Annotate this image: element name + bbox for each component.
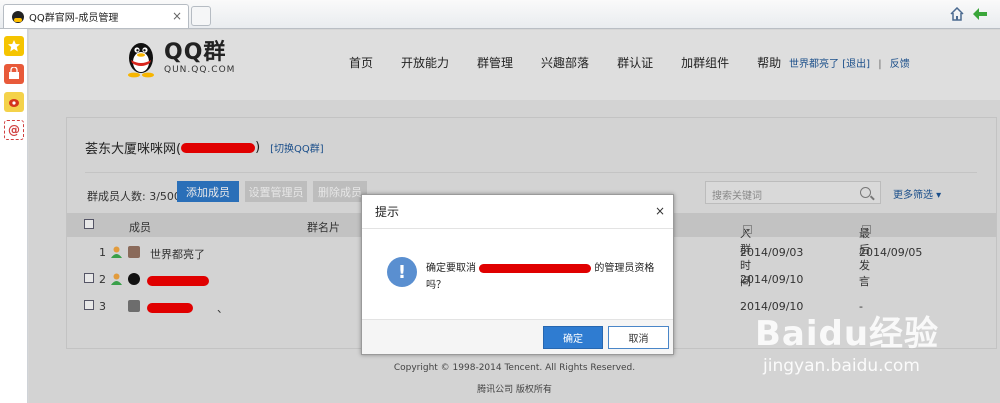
tab-title: QQ群官网-成员管理 [29, 13, 119, 24]
watermark-brand: Baidu经验 [755, 314, 940, 354]
nav-home[interactable]: 首页 [349, 54, 373, 71]
redaction-mark [181, 142, 256, 153]
dialog-message: 确定要取消 的管理员资格吗？ [426, 263, 655, 291]
row-index: 2 [99, 273, 106, 286]
row-index: 3 [99, 300, 106, 313]
mail-at-icon[interactable]: @ [4, 120, 24, 140]
weibo-icon[interactable] [4, 92, 24, 112]
browser-sidebar: @ [0, 29, 28, 403]
user-links: 世界都亮了 [退出] | 反馈 [789, 55, 910, 70]
group-title: 荟东大厦咪咪网( ) [切换QQ群] [85, 138, 324, 157]
search-input[interactable]: 搜索关键词 [705, 181, 881, 204]
qq-group-logo[interactable]: QQ群 QUN.QQ.COM [124, 38, 235, 78]
new-tab-button[interactable] [191, 6, 211, 26]
nav-group-management[interactable]: 群管理 [477, 54, 513, 71]
shopping-icon[interactable] [4, 64, 24, 84]
dialog-close-icon[interactable]: × [655, 204, 665, 218]
more-filter-link[interactable]: 更多筛选 ▾ [893, 186, 941, 201]
logo-title: QQ群 [164, 40, 227, 65]
browser-tabbar: QQ群官网-成员管理 × [0, 0, 1000, 29]
join-time: 2014/09/10 [740, 273, 804, 286]
back-arrow-icon[interactable] [972, 7, 988, 21]
row-checkbox[interactable] [84, 300, 94, 310]
sort-icon[interactable] [743, 225, 752, 234]
watermark-url: jingyan.baidu.com [763, 356, 920, 376]
redaction-mark [479, 263, 592, 273]
dialog-header: 提示 × [362, 195, 673, 229]
baidu-jingyan-watermark: Baidu经验 jingyan.baidu.com [755, 306, 995, 396]
nav-open-capabilities[interactable]: 开放能力 [401, 54, 449, 71]
browser-controls [950, 7, 988, 21]
member-name: 、 [217, 302, 228, 315]
separator: | [878, 59, 882, 70]
select-all-checkbox[interactable] [84, 219, 94, 229]
home-icon[interactable] [950, 7, 964, 21]
search-placeholder: 搜索关键词 [712, 191, 762, 202]
add-member-button[interactable]: 添加成员 [177, 181, 239, 202]
avatar [128, 246, 140, 258]
member-count: 群成员人数: 3/500 [87, 190, 181, 203]
favorites-star-icon[interactable] [4, 36, 24, 56]
qq-penguin-avatar-icon [128, 273, 140, 285]
confirm-button[interactable]: 确定 [543, 326, 603, 349]
search-icon[interactable] [860, 187, 871, 198]
user-name-link[interactable]: 世界都亮了 [789, 59, 839, 70]
logo-subtitle: QUN.QQ.COM [164, 65, 236, 75]
info-exclamation-icon: ! [387, 257, 417, 287]
group-name-suffix: ) [255, 140, 261, 155]
main-nav: 首页 开放能力 群管理 兴趣部落 群认证 加群组件 帮助 [349, 54, 809, 71]
row-checkbox[interactable] [84, 273, 94, 283]
redaction-mark [147, 303, 193, 313]
remove-member-button[interactable]: 删除成员 [313, 181, 367, 202]
last-speak: - [859, 273, 863, 286]
column-member: 成员 [129, 221, 151, 234]
nav-join-widget[interactable]: 加群组件 [681, 54, 729, 71]
nav-interest-tribe[interactable]: 兴趣部落 [541, 54, 589, 71]
avatar [128, 300, 140, 312]
nav-group-certification[interactable]: 群认证 [617, 54, 653, 71]
column-group-card: 群名片 [307, 221, 340, 234]
redaction-mark [147, 276, 209, 286]
dialog-footer: 确定 取消 [362, 319, 673, 354]
set-admin-button[interactable]: 设置管理员 [245, 181, 307, 202]
site-header: QQ群 QUN.QQ.COM 首页 开放能力 群管理 兴趣部落 群认证 加群组件… [29, 30, 1000, 100]
browser-tab[interactable]: QQ群官网-成员管理 × [3, 4, 189, 28]
admin-icon [111, 273, 122, 288]
group-name-prefix: 荟东大厦咪咪网( [85, 142, 182, 157]
dialog-title: 提示 [375, 205, 400, 219]
switch-group-link[interactable]: [切换QQ群] [270, 140, 324, 155]
sort-icon[interactable] [862, 225, 871, 234]
cancel-button[interactable]: 取消 [608, 326, 669, 349]
member-name: 世界都亮了 [150, 248, 205, 261]
join-time: 2014/09/03 [740, 246, 804, 259]
feedback-link[interactable]: 反馈 [890, 59, 910, 70]
nav-help[interactable]: 帮助 [757, 54, 781, 71]
confirm-dialog: 提示 × ! 确定要取消 的管理员资格吗？ 确定 取消 [361, 194, 674, 355]
divider [85, 172, 977, 173]
qq-penguin-logo-icon [124, 38, 158, 78]
logout-link[interactable]: [退出] [842, 59, 870, 70]
qq-penguin-icon [12, 10, 24, 23]
row-index: 1 [99, 246, 106, 259]
last-speak: 2014/09/05 [859, 246, 923, 259]
tab-close-icon[interactable]: × [172, 9, 182, 23]
owner-icon [111, 246, 122, 261]
